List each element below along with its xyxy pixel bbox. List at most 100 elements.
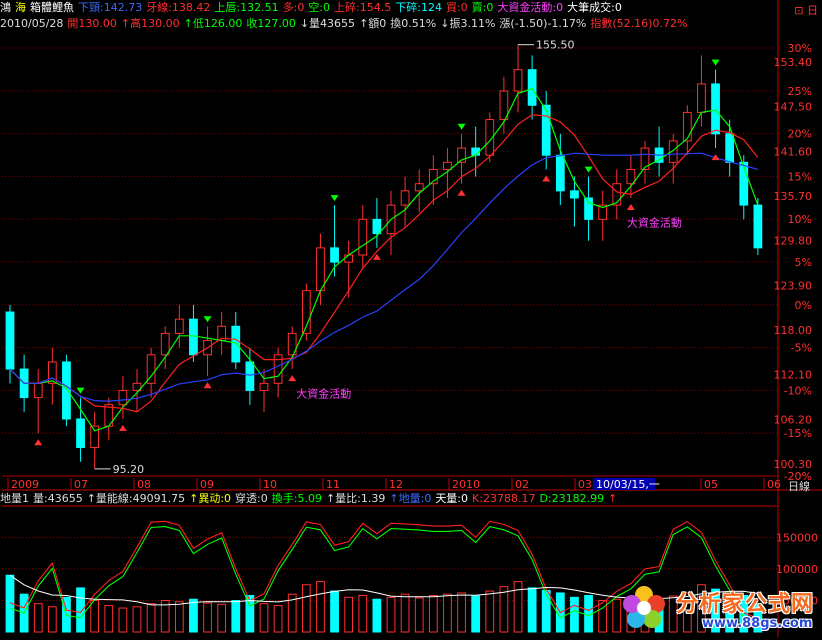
sell-signal-marker (711, 59, 720, 66)
volume-bar (104, 605, 114, 633)
percent-label: -15% (784, 427, 812, 440)
volume-bar (316, 581, 325, 633)
sell-signal-marker (203, 316, 212, 323)
volume-bar (471, 595, 481, 633)
buy-signal-marker (118, 424, 127, 431)
volume-value-1: 量:43655 (33, 492, 83, 505)
volume-bar (372, 598, 382, 633)
volume-value-2: ↑量能線:49091.75 (86, 492, 186, 505)
candle-body (5, 311, 15, 370)
volume-value-9: K:23788.17 (472, 492, 536, 505)
candle-body (682, 111, 692, 142)
buy-signal-marker (34, 439, 43, 446)
candle-body (174, 318, 184, 334)
volume-indicator-header: 地量1 量:43655 ↑量能線:49091.75 ↑異动:0 穿透:0 換手:5.09 ↑… (0, 491, 780, 506)
price-label: 118.00 (774, 324, 813, 337)
time-label: 11 (326, 478, 340, 491)
volume-bar (47, 606, 57, 633)
percent-label: 0% (795, 299, 812, 312)
volume-bar (132, 606, 142, 633)
price-label: 129.80 (774, 235, 813, 248)
price-label: 100.30 (774, 458, 813, 471)
volume-bar (358, 594, 368, 633)
percent-label: 20% (788, 128, 812, 141)
candle-body (189, 318, 198, 356)
volume-bar (273, 605, 283, 633)
volume-value-4: 穿透:0 (235, 492, 268, 505)
time-label: 2009 (11, 478, 39, 491)
watermark-logo: 分析家公式网 www.88gs.com (614, 580, 822, 637)
price-label: 123.90 (774, 279, 813, 292)
volume-bar (33, 603, 43, 633)
buy-signal-marker (203, 382, 212, 389)
time-label: 03 (578, 478, 592, 491)
volume-bar (400, 593, 410, 633)
low-label: 95.20 (113, 463, 144, 476)
volume-bar (301, 584, 311, 633)
volume-bar (76, 587, 85, 633)
volume-bar (541, 589, 551, 633)
percent-label: 10% (788, 213, 812, 226)
volume-value-6: ↑量比:1.39 (325, 492, 386, 505)
price-label: 112.10 (774, 369, 813, 382)
price-label: 141.60 (774, 145, 813, 158)
volume-bar (386, 596, 396, 633)
candle-body (160, 332, 170, 356)
time-label: 02 (515, 478, 529, 491)
signal-label: 大資金活動 (296, 387, 351, 401)
time-label: 09 (200, 478, 214, 491)
volume-bar (90, 600, 100, 633)
price-label: 147.50 (774, 101, 813, 114)
volume-bar (443, 593, 452, 633)
volume-bar (330, 590, 339, 633)
watermark-name: 分析家公式网 (676, 592, 815, 617)
candle-body (555, 154, 565, 192)
time-label: 07 (74, 478, 88, 491)
crosshair-date: 10/03/15,一 (596, 478, 660, 491)
volume-bar (146, 603, 156, 633)
high-label: 155.50 (536, 39, 575, 52)
volume-bar (527, 587, 537, 633)
volume-bar (344, 596, 354, 633)
volume-bar (174, 601, 184, 633)
time-label: 12 (389, 478, 403, 491)
candle-body (527, 69, 537, 106)
percent-label: -10% (784, 384, 812, 397)
volume-bar (485, 590, 495, 633)
candle-body (358, 218, 368, 256)
volume-value-10: D:23182.99 (539, 492, 605, 505)
volume-bar (259, 603, 269, 633)
time-label: 08 (137, 478, 151, 491)
price-label: 153.40 (774, 56, 813, 69)
volume-bar (414, 597, 424, 633)
price-label: 106.20 (774, 413, 813, 426)
candle-body (513, 69, 523, 92)
period-label[interactable]: 日線 (788, 479, 810, 493)
percent-label: 15% (788, 170, 812, 183)
candle-body (245, 361, 255, 391)
candle-body (725, 133, 735, 163)
candle-body (753, 204, 763, 249)
candle-body (584, 197, 593, 220)
price-chart[interactable]: 30%25%20%15%10%5%0%-5%-10%-15%-20%153.40… (0, 0, 822, 637)
volume-bar (189, 598, 198, 633)
volume-bar (203, 602, 212, 633)
buy-signal-marker (457, 189, 466, 196)
candle-body (344, 254, 354, 263)
candle-body (231, 325, 241, 363)
watermark-url: www.88gs.com (702, 616, 813, 631)
flower-logo-icon (623, 586, 665, 628)
volume-bar (231, 600, 241, 633)
price-label: 135.70 (774, 190, 813, 203)
volume-value-7: ↑地量:0 (389, 492, 432, 505)
buy-signal-marker (542, 175, 551, 182)
candle-body (330, 247, 339, 263)
time-label: 06 (767, 478, 781, 491)
volume-value-11: ↑ (608, 492, 618, 505)
volume-value-0: 地量1 (0, 492, 29, 505)
candle-body (62, 361, 71, 420)
candle-body (570, 190, 579, 199)
ma-short-line (9, 87, 759, 432)
candle-body (118, 389, 128, 406)
candle-body (372, 218, 382, 235)
